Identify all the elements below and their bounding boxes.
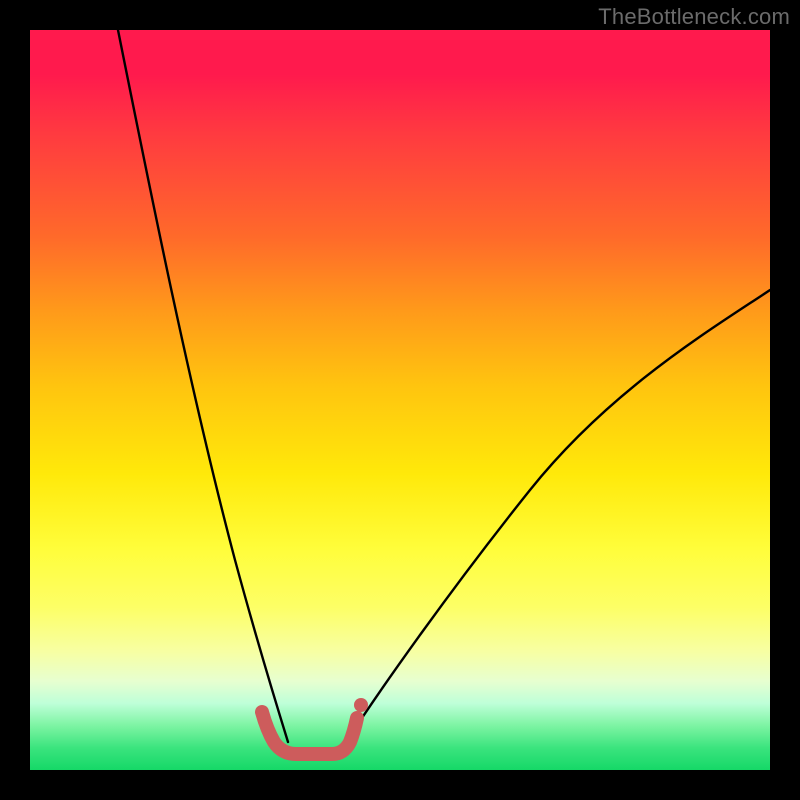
watermark-text: TheBottleneck.com (598, 4, 790, 30)
bottom-ridge (262, 712, 357, 754)
chart-stage: TheBottleneck.com (0, 0, 800, 800)
plot-area (30, 30, 770, 770)
bottleneck-curve-left (118, 30, 288, 742)
bottleneck-curve-right (350, 290, 770, 736)
ridge-dot (354, 698, 368, 712)
curve-layer (30, 30, 770, 770)
